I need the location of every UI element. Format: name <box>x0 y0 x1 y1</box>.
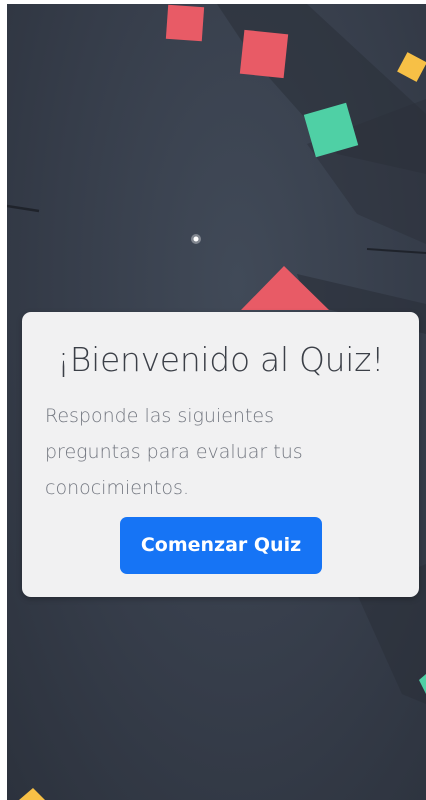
quiz-welcome-screen: ¡Bienvenido al Quiz! Responde las siguie… <box>7 4 426 800</box>
confetti-yellow-triangle <box>19 788 45 800</box>
welcome-description: Responde las siguientes preguntas para e… <box>45 405 303 499</box>
welcome-title: ¡Bienvenido al Quiz! <box>56 340 385 379</box>
confetti-red-square <box>165 4 205 42</box>
confetti-yellow-square <box>397 52 426 82</box>
streak-line <box>366 248 426 254</box>
welcome-card: ¡Bienvenido al Quiz! Responde las siguie… <box>22 312 419 597</box>
confetti-red-square <box>239 29 289 79</box>
start-quiz-button[interactable]: Comenzar Quiz <box>120 517 322 574</box>
glow-dot-core <box>193 236 199 242</box>
streak-line <box>7 204 40 213</box>
